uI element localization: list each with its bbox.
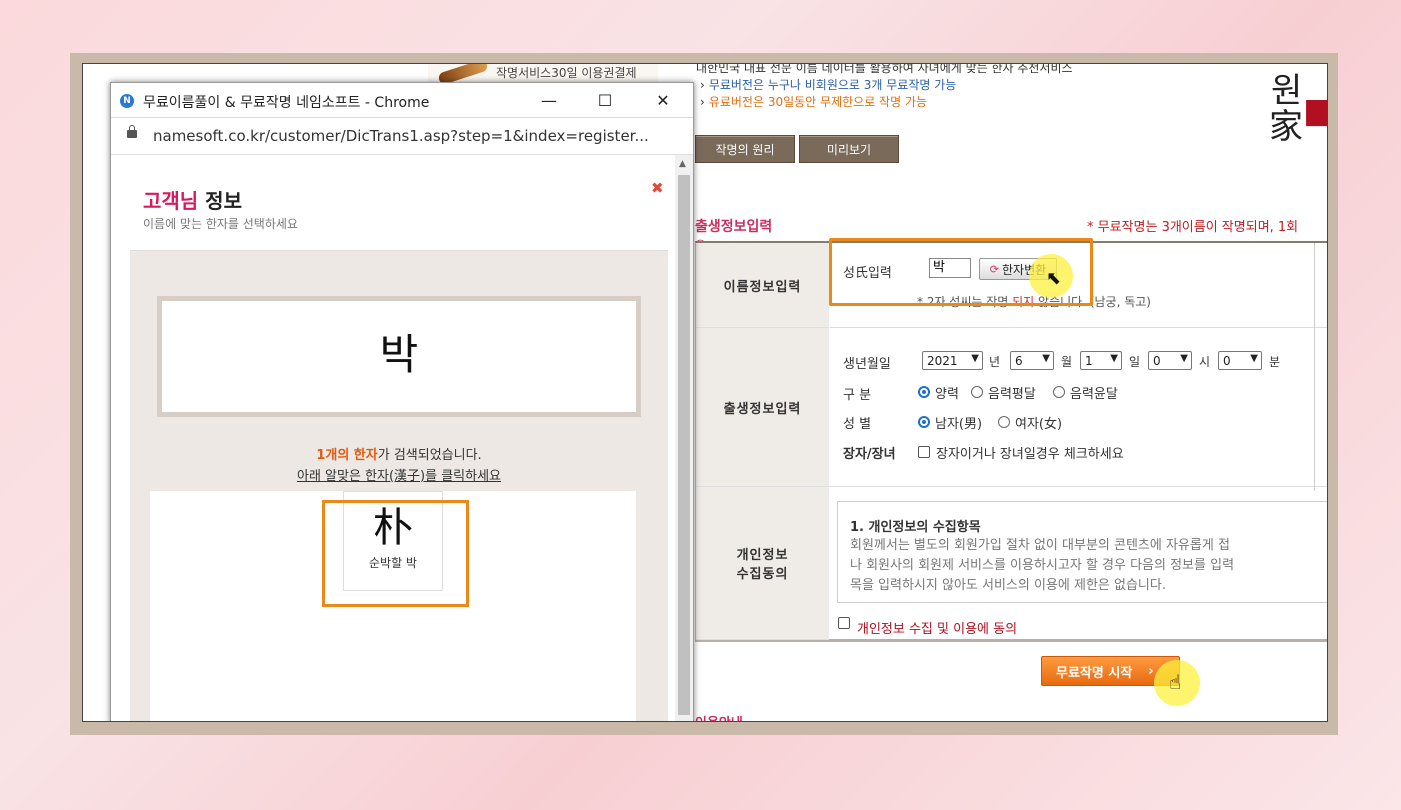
name-row-label: 이름정보입력: [696, 243, 829, 328]
section-title: 출생정보입력: [695, 219, 773, 235]
free-naming-notice: * 무료작명는 3개이름이 작명되며, 1회: [1087, 220, 1299, 235]
female-radio[interactable]: [998, 416, 1010, 428]
privacy-row-label: 개인정보 수집동의: [696, 487, 829, 640]
minute-select[interactable]: 0 ▼: [1218, 351, 1262, 370]
header-description: 대한민국 대표 전문 이름 데이터를 활용하여 자녀에게 맞는 한자 추천서비스: [696, 63, 1073, 75]
close-window-button[interactable]: ✕: [648, 87, 678, 113]
browser-screen: 작명서비스30일 이용권결제 대한민국 대표 전문 이름 데이터를 활용하여 자…: [82, 63, 1328, 722]
column-divider: [1314, 243, 1315, 491]
chevron-down-icon: ▼: [1110, 353, 1118, 364]
privacy-agree-checkbox[interactable]: [838, 617, 850, 629]
lunar-normal-option-label: 음력평달: [988, 387, 1036, 402]
arrow-icon: ›: [700, 78, 705, 92]
arrow-icon: ›: [700, 95, 705, 109]
promo-text: 작명서비스30일 이용권결제: [496, 66, 637, 80]
male-option-label: 남자(男): [935, 417, 983, 432]
privacy-text: 회원께서는 별도의 회원가입 절차 없이 대부분의 콘텐츠에 자유롭게 접 나 …: [850, 538, 1235, 593]
gender-label: 성 별: [843, 417, 872, 432]
solar-option-label: 양력: [935, 387, 959, 402]
privacy-terms-box[interactable]: 1. 개인정보의 수집항목 회원께서는 별도의 회원가입 절차 없이 대부분의 …: [837, 501, 1327, 603]
arrow-cursor-icon: ⬉: [1046, 268, 1062, 289]
preview-tab-button[interactable]: 미리보기: [799, 135, 899, 163]
male-radio[interactable]: [918, 416, 930, 428]
free-version-info: › 무료버전은 누구나 비회원으로 3개 무료작명 가능: [700, 78, 957, 92]
paid-version-info: › 유료버전은 30일동안 무제한으로 작명 가능: [700, 95, 928, 109]
eldest-checkbox-text: 장자이거나 장녀일경우 체크하세요: [936, 447, 1124, 462]
minimize-button[interactable]: —: [534, 87, 564, 113]
hand-cursor-icon: ☝: [1169, 670, 1182, 694]
close-icon[interactable]: ✖: [651, 179, 664, 197]
searched-name-box: 박: [157, 296, 641, 417]
scrollbar-thumb[interactable]: [678, 175, 690, 715]
popup-titlebar[interactable]: N 무료이름풀이 & 무료작명 네임소프트 - Chrome — ☐ ✕: [111, 83, 693, 118]
privacy-heading: 1. 개인정보의 수집항목: [850, 520, 981, 535]
url-text[interactable]: namesoft.co.kr/customer/DicTrans1.asp?st…: [153, 127, 649, 145]
day-select[interactable]: 1 ▼: [1080, 351, 1122, 370]
year-select[interactable]: 2021 ▼: [922, 351, 983, 370]
lunar-normal-radio[interactable]: [971, 386, 983, 398]
day-unit: 일: [1129, 355, 1141, 369]
search-result-count: 1개의 한자가 검색되었습니다.: [316, 448, 482, 463]
popup-subtitle: 이름에 맞는 한자를 선택하세요: [143, 217, 298, 231]
birthdate-label: 생년월일: [843, 357, 891, 372]
chevron-down-icon: ▼: [1180, 353, 1188, 364]
eldest-label: 장자/장녀: [843, 447, 896, 462]
searched-name: 박: [379, 330, 419, 379]
chevron-down-icon: ▼: [971, 353, 979, 364]
principle-tab-button[interactable]: 작명의 원리: [695, 135, 795, 163]
lock-icon: [127, 125, 137, 138]
scrollbar[interactable]: ▲: [675, 155, 693, 721]
window-title: 무료이름풀이 & 무료작명 네임소프트 - Chrome: [143, 95, 430, 111]
month-unit: 월: [1061, 355, 1073, 369]
solar-radio[interactable]: [918, 386, 930, 398]
click-instruction: 아래 알맞은 한자(漢子)를 클릭하세요: [296, 469, 502, 484]
lunar-leap-radio[interactable]: [1053, 386, 1065, 398]
site-logo: 원 ■ 家: [1269, 71, 1327, 147]
minute-unit: 분: [1269, 355, 1281, 369]
popup-content: 박 1개의 한자가 검색되었습니다. 아래 알맞은 한자(漢子)를 클릭하세요 …: [130, 250, 668, 721]
female-option-label: 여자(女): [1015, 417, 1063, 432]
highlight-box-hanja: [322, 500, 469, 607]
scroll-up-icon[interactable]: ▲: [679, 159, 686, 169]
eldest-checkbox[interactable]: [918, 446, 930, 458]
hour-select[interactable]: 0 ▼: [1148, 351, 1192, 370]
popup-heading: 고객님 정보: [143, 189, 242, 213]
chevron-down-icon: ▼: [1042, 353, 1050, 364]
usage-guide-heading: 이용안내: [695, 712, 743, 721]
hour-unit: 시: [1199, 355, 1211, 369]
month-select[interactable]: 6 ▼: [1010, 351, 1054, 370]
chevron-down-icon: ▼: [1250, 353, 1258, 364]
chevron-right-icon: ›: [1148, 663, 1154, 679]
privacy-agree-label[interactable]: 개인정보 수집 및 이용에 동의: [857, 618, 1017, 637]
hanja-popup-window: N 무료이름풀이 & 무료작명 네임소프트 - Chrome — ☐ ✕ nam…: [110, 82, 694, 721]
birth-row-label: 출생정보입력: [696, 328, 829, 487]
year-unit: 년: [989, 355, 1001, 369]
site-favicon-icon: N: [120, 94, 134, 108]
maximize-button[interactable]: ☐: [590, 87, 620, 113]
lunar-leap-option-label: 음력윤달: [1070, 387, 1118, 402]
address-bar[interactable]: namesoft.co.kr/customer/DicTrans1.asp?st…: [111, 118, 693, 155]
calendar-type-label: 구 분: [843, 388, 872, 403]
